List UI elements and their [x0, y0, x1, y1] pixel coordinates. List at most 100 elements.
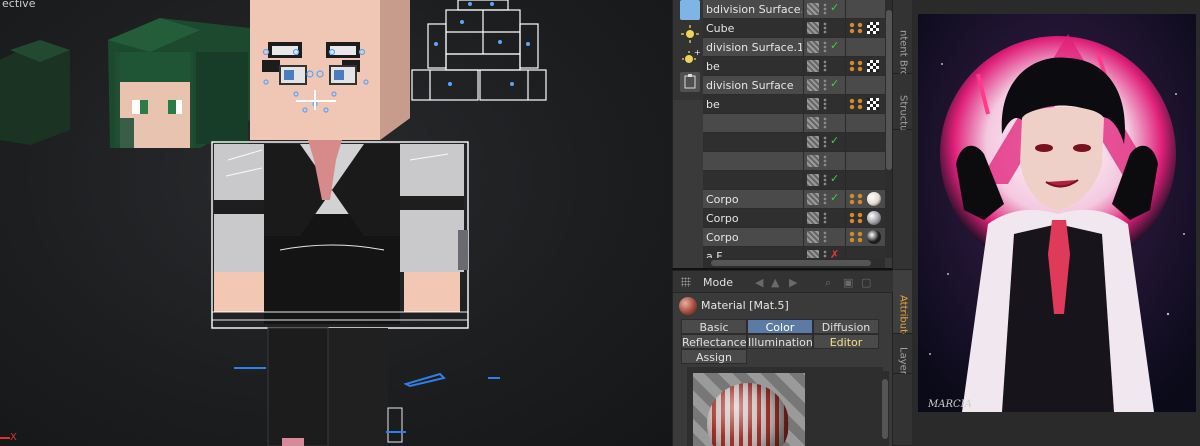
- sun-plus-icon[interactable]: +: [680, 48, 701, 68]
- layer-swatch-icon[interactable]: [807, 231, 819, 243]
- sun-icon[interactable]: [680, 24, 700, 44]
- visibility-dots-icon[interactable]: [823, 212, 827, 224]
- uvw-tag-icon[interactable]: [848, 212, 864, 224]
- uvw-tag-icon[interactable]: [848, 22, 864, 34]
- tab-reflectance[interactable]: Reflectance: [681, 334, 747, 349]
- layer-swatch-icon[interactable]: [807, 79, 819, 91]
- uv-wireframe: [411, 0, 547, 101]
- layer-swatch-icon[interactable]: [807, 41, 819, 53]
- object-name[interactable]: Corpo: [706, 193, 802, 206]
- tab-layers[interactable]: Layers: [892, 334, 912, 380]
- layer-swatch-icon[interactable]: [807, 3, 819, 15]
- object-name[interactable]: Cube: [706, 22, 802, 35]
- enabled-check-icon[interactable]: ✓: [830, 39, 839, 52]
- uv-points: [434, 2, 530, 86]
- layer-swatch-icon[interactable]: [807, 193, 819, 205]
- visibility-dots-icon[interactable]: [823, 41, 827, 53]
- uvw-tag-icon[interactable]: [848, 98, 864, 110]
- layer-swatch-icon[interactable]: [807, 155, 819, 167]
- object-name[interactable]: Corpo: [706, 212, 802, 225]
- object-row[interactable]: ✓: [703, 171, 885, 190]
- enabled-check-icon[interactable]: ✓: [830, 191, 839, 204]
- 3d-viewport[interactable]: ective X: [0, 0, 672, 446]
- material-tag-icon[interactable]: [867, 211, 881, 225]
- tab-editor[interactable]: Editor: [813, 334, 879, 349]
- layer-swatch-icon[interactable]: [807, 136, 819, 148]
- avatar-icon[interactable]: [680, 0, 700, 20]
- lock-icon[interactable]: ▣: [843, 276, 853, 289]
- enabled-check-icon[interactable]: ✓: [830, 77, 839, 90]
- object-name[interactable]: Corpo: [706, 231, 802, 244]
- layer-swatch-icon[interactable]: [807, 212, 819, 224]
- uvw-tag-icon[interactable]: [848, 231, 864, 243]
- object-name[interactable]: bdivision Surface.2: [706, 3, 802, 16]
- visibility-dots-icon[interactable]: [823, 136, 827, 148]
- visibility-dots-icon[interactable]: [823, 231, 827, 243]
- visibility-dots-icon[interactable]: [823, 174, 827, 186]
- enabled-check-icon[interactable]: ✓: [830, 134, 839, 147]
- search-icon[interactable]: ⌕: [825, 276, 831, 290]
- visibility-dots-icon[interactable]: [823, 79, 827, 91]
- forward-arrow-icon[interactable]: ▶: [789, 276, 797, 289]
- visibility-dots-icon[interactable]: [823, 3, 827, 15]
- object-row[interactable]: division Surface ✓: [703, 76, 885, 95]
- tab-attributes[interactable]: Attributes: [892, 270, 912, 344]
- object-list-hscroll[interactable]: [703, 258, 885, 268]
- visibility-dots-icon[interactable]: [823, 60, 827, 72]
- mode-menu[interactable]: Mode: [703, 276, 733, 289]
- texture-tag-icon[interactable]: [867, 98, 879, 110]
- object-row[interactable]: be: [703, 57, 885, 76]
- tab-structure[interactable]: Structure: [892, 74, 912, 141]
- material-preview[interactable]: [693, 373, 805, 446]
- layer-swatch-icon[interactable]: [807, 60, 819, 72]
- layer-swatch-icon[interactable]: [807, 22, 819, 34]
- visibility-dots-icon[interactable]: [823, 193, 827, 205]
- tab-layers-label: Layers: [897, 346, 909, 380]
- new-panel-icon[interactable]: ▢: [861, 276, 871, 289]
- tab-assign[interactable]: Assign: [681, 349, 747, 364]
- visibility-dots-icon[interactable]: [823, 22, 827, 34]
- tab-content-browser[interactable]: ntent Browser: [892, 0, 912, 100]
- object-row[interactable]: ✓: [703, 133, 885, 152]
- object-tags: [845, 95, 885, 114]
- vscroll-thumb[interactable]: [882, 379, 888, 439]
- layer-swatch-icon[interactable]: [807, 174, 819, 186]
- hscroll-thumb[interactable]: [711, 260, 871, 266]
- object-row[interactable]: bdivision Surface.2 ✓: [703, 0, 885, 19]
- layer-swatch-icon[interactable]: [807, 117, 819, 129]
- visibility-dots-icon[interactable]: [823, 117, 827, 129]
- attributes-vscroll[interactable]: [881, 371, 889, 446]
- up-arrow-icon[interactable]: ▲: [771, 276, 779, 289]
- enabled-check-icon[interactable]: ✓: [830, 172, 839, 185]
- object-row[interactable]: Corpo: [703, 228, 885, 247]
- object-name[interactable]: division Surface: [706, 79, 802, 92]
- object-row[interactable]: [703, 114, 885, 133]
- tab-basic[interactable]: Basic: [681, 319, 747, 334]
- object-row[interactable]: division Surface.1 ✓: [703, 38, 885, 57]
- object-name[interactable]: be: [706, 98, 802, 111]
- object-row[interactable]: [703, 152, 885, 171]
- tab-illumination[interactable]: Illumination: [747, 334, 813, 349]
- object-row[interactable]: Corpo: [703, 209, 885, 228]
- object-name[interactable]: be: [706, 60, 802, 73]
- object-row[interactable]: Cube: [703, 19, 885, 38]
- texture-tag-icon[interactable]: [867, 60, 879, 72]
- layer-swatch-icon[interactable]: [807, 98, 819, 110]
- object-icon[interactable]: [680, 72, 700, 92]
- object-flags: ✓: [803, 171, 843, 190]
- object-row[interactable]: Corpo ✓: [703, 190, 885, 209]
- object-row[interactable]: be: [703, 95, 885, 114]
- texture-tag-icon[interactable]: [867, 22, 879, 34]
- enabled-check-icon[interactable]: ✓: [830, 1, 839, 14]
- object-name[interactable]: division Surface.1: [706, 41, 802, 54]
- tab-diffusion[interactable]: Diffusion: [813, 319, 879, 334]
- back-arrow-icon[interactable]: ◀: [755, 276, 763, 289]
- tab-color[interactable]: Color: [747, 319, 813, 334]
- material-tag-icon[interactable]: [867, 230, 881, 244]
- visibility-dots-icon[interactable]: [823, 155, 827, 167]
- material-tag-icon[interactable]: [867, 192, 881, 206]
- uvw-tag-icon[interactable]: [848, 193, 864, 205]
- grip-icon[interactable]: [681, 277, 691, 287]
- uvw-tag-icon[interactable]: [848, 60, 864, 72]
- visibility-dots-icon[interactable]: [823, 98, 827, 110]
